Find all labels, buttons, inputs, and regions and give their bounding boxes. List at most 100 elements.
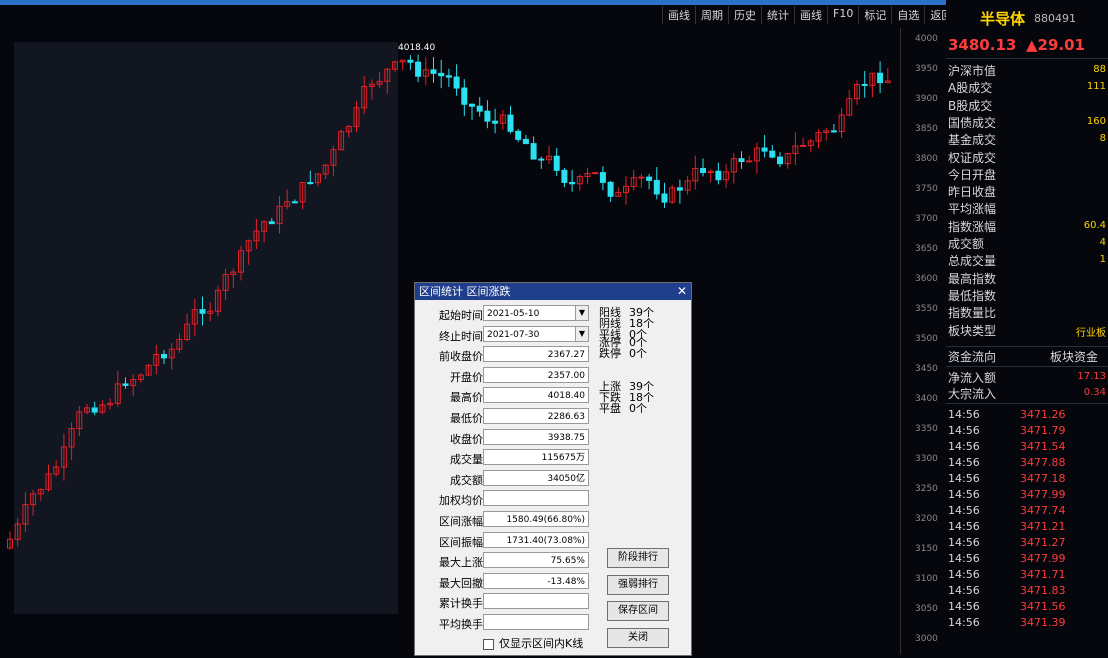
value-field[interactable] bbox=[483, 490, 589, 507]
top-accent-bar bbox=[0, 0, 1108, 5]
field-label: 区间振幅 bbox=[439, 535, 483, 549]
date-combo[interactable]: 2021-07-30 ▼ bbox=[483, 325, 589, 342]
net-inflow-value: 17.13 bbox=[1077, 371, 1106, 382]
toolbar-period-button[interactable]: 周期 bbox=[695, 6, 728, 24]
field-value: 115675万 bbox=[541, 453, 585, 464]
field-label: 平均换手 bbox=[439, 618, 483, 631]
toolbar-mark-button[interactable]: 标记 bbox=[858, 6, 891, 24]
stage-ranking-button[interactable]: 阶段排行 bbox=[607, 548, 669, 568]
value-field[interactable]: 75.65% bbox=[483, 552, 589, 569]
save-interval-button[interactable]: 保存区间 bbox=[607, 601, 669, 621]
stat-row-value: 4 bbox=[1099, 237, 1106, 248]
value-field[interactable]: 2357.00 bbox=[483, 366, 589, 383]
candle-body bbox=[746, 160, 753, 163]
field-label: 起始时间 bbox=[439, 309, 483, 322]
field-label: 前收盘价 bbox=[439, 350, 483, 364]
stat-row-label: 成交额 bbox=[948, 237, 985, 251]
dialog-field-row: 累计换手 bbox=[425, 593, 589, 611]
value-field[interactable]: 4018.40 bbox=[483, 387, 589, 404]
checkbox-box[interactable] bbox=[483, 638, 494, 650]
stat-row-value: 1 bbox=[1099, 254, 1106, 266]
axis-tick-label: 3750 bbox=[915, 184, 938, 194]
value-field[interactable]: 2286.63 bbox=[483, 408, 589, 424]
dialog-field-row: 开盘价 2357.00 bbox=[425, 366, 589, 385]
tick-time: 14:56 bbox=[948, 616, 980, 629]
axis-tick-label: 3100 bbox=[915, 574, 938, 584]
toolbar-f10-button[interactable]: F10 bbox=[827, 6, 858, 24]
axis-tick-label: 3400 bbox=[915, 394, 938, 404]
toolbar-stats-button[interactable]: 统计 bbox=[761, 6, 794, 24]
stat-row-label: 沪深市值 bbox=[948, 64, 997, 78]
value-field[interactable]: 1731.40(73.08%) bbox=[483, 531, 589, 548]
field-label: 累计换手 bbox=[439, 597, 483, 611]
stat-row-label: 今日开盘 bbox=[948, 167, 997, 182]
divider bbox=[946, 366, 1108, 367]
divider bbox=[946, 346, 1108, 347]
candle-body bbox=[561, 169, 568, 183]
stat-item: 平盘 0个 bbox=[599, 403, 647, 414]
value-field[interactable]: 2367.27 bbox=[483, 346, 589, 363]
candle-body bbox=[430, 69, 437, 74]
axis-tick-label: 3550 bbox=[915, 304, 938, 314]
toolbar-watchlist-button[interactable]: 自选 bbox=[891, 6, 924, 24]
axis-tick-label: 3050 bbox=[915, 604, 938, 614]
candle-body bbox=[91, 407, 98, 413]
candle-body bbox=[445, 75, 452, 78]
interval-stats-dialog: 区间统计 区间涨跌 ✕ 起始时间 2021-05-10 ▼ 终止时间 2021-07-3… bbox=[414, 282, 692, 656]
tick-price: 3471.27 bbox=[1020, 536, 1066, 549]
candle-body bbox=[553, 155, 560, 171]
field-value: 2367.27 bbox=[547, 350, 585, 361]
field-label: 区间涨幅 bbox=[439, 515, 483, 528]
candle-body bbox=[569, 181, 576, 185]
dialog-title-bar[interactable]: 区间统计 区间涨跌 ✕ bbox=[415, 283, 691, 300]
candle-body bbox=[715, 170, 722, 181]
dialog-title: 区间统计 区间涨跌 bbox=[419, 285, 511, 298]
tick-time: 14:56 bbox=[948, 488, 980, 501]
stat-row-value: 60.4 bbox=[1083, 219, 1106, 231]
tick-time: 14:56 bbox=[948, 552, 980, 565]
value-field[interactable]: -13.48% bbox=[483, 572, 589, 589]
candle-body bbox=[800, 145, 807, 148]
index-price: 3480.13 bbox=[948, 36, 1017, 54]
stat-value: 0个 bbox=[629, 347, 647, 360]
candle-body bbox=[661, 193, 668, 203]
value-field[interactable]: 115675万 bbox=[483, 449, 589, 466]
interval-kline-checkbox[interactable]: 仅显示区间内K线 bbox=[483, 635, 583, 651]
value-field[interactable]: 1580.49(66.80%) bbox=[483, 511, 589, 527]
close-icon[interactable]: ✕ bbox=[677, 283, 687, 300]
candle-body bbox=[607, 181, 614, 197]
candle-body bbox=[592, 172, 599, 175]
tick-time: 14:56 bbox=[948, 408, 980, 421]
stat-row-label: 昨日收盘 bbox=[948, 185, 997, 200]
stat-label: 跌停 bbox=[599, 347, 621, 360]
field-value: 1731.40(73.08%) bbox=[506, 535, 585, 546]
candle-body bbox=[161, 354, 167, 359]
value-field[interactable]: 34050亿 bbox=[483, 469, 589, 486]
candle-body bbox=[484, 110, 491, 122]
stat-item: 跌停 0个 bbox=[599, 348, 647, 359]
price-axis: 4000 3950 3900 3850 3800 3750 3700 3650 3600 3550… bbox=[900, 28, 947, 654]
candle-body bbox=[599, 172, 606, 183]
close-button[interactable]: 关闭 bbox=[607, 628, 669, 648]
toolbar-draw-button[interactable]: 画线 bbox=[662, 6, 695, 24]
chevron-down-icon[interactable]: ▼ bbox=[575, 326, 588, 341]
value-field[interactable] bbox=[483, 593, 589, 610]
candle-body bbox=[476, 105, 483, 112]
value-field[interactable] bbox=[483, 614, 589, 630]
tick-price: 3471.26 bbox=[1020, 408, 1066, 421]
candle-body bbox=[530, 143, 537, 160]
chevron-down-icon[interactable]: ▼ bbox=[575, 306, 588, 320]
candle-body bbox=[830, 130, 837, 133]
field-value: 2286.63 bbox=[547, 412, 585, 422]
field-label: 成交额 bbox=[450, 473, 483, 487]
toolbar-line-button[interactable]: 画线 bbox=[794, 6, 827, 24]
dialog-field-row: 最低价 2286.63 bbox=[425, 408, 589, 426]
axis-tick-label: 3900 bbox=[915, 94, 938, 104]
axis-tick-label: 3000 bbox=[915, 634, 938, 644]
value-field[interactable]: 3938.75 bbox=[483, 428, 589, 445]
axis-tick-label: 3700 bbox=[915, 214, 938, 224]
toolbar-history-button[interactable]: 历史 bbox=[728, 6, 761, 24]
strength-ranking-button[interactable]: 强弱排行 bbox=[607, 575, 669, 595]
dialog-field-row: 前收盘价 2367.27 bbox=[425, 346, 589, 364]
date-combo[interactable]: 2021-05-10 ▼ bbox=[483, 305, 589, 321]
